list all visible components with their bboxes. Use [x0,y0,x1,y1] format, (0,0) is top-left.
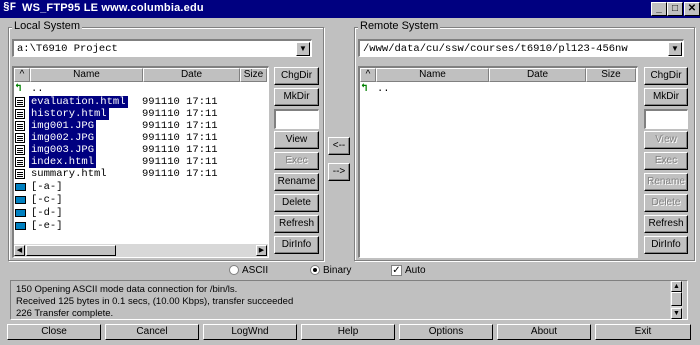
title-bar: §F WS_FTP95 LE www.columbia.edu _ □ ✕ [0,0,700,18]
remote-path-value: /www/data/cu/ssw/courses/t6910/pl123-456… [363,43,628,55]
about-button[interactable]: About [497,324,591,340]
close-window-button[interactable]: ✕ [684,2,700,16]
local-refresh-button[interactable]: Refresh [274,215,319,233]
scroll-left-icon[interactable]: ◀ [14,245,25,256]
local-dirinfo-button[interactable]: DirInfo [274,236,319,254]
file-icon [15,109,25,119]
ascii-radio[interactable] [229,265,239,275]
remote-mask-input[interactable] [644,109,688,129]
local-mkdir-button[interactable]: MkDir [274,88,319,106]
window-title: WS_FTP95 LE www.columbia.edu [22,2,204,14]
remote-dirinfo-button[interactable]: DirInfo [644,236,688,254]
name-column-header[interactable]: Name [376,68,489,82]
drive-icon [15,183,26,191]
scroll-right-icon[interactable]: ▶ [256,245,267,256]
drive-row[interactable]: [-c-] [14,194,254,206]
help-button[interactable]: Help [301,324,395,340]
message-log: 150 Opening ASCII mode data connection f… [10,280,688,320]
close-button[interactable]: Close [7,324,101,340]
cancel-button[interactable]: Cancel [105,324,199,340]
size-column-header[interactable]: Size [240,68,267,82]
file-icon [15,169,25,179]
scroll-up-icon[interactable]: ▲ [671,281,682,292]
sort-header[interactable]: ^ [360,68,376,82]
local-exec-button[interactable]: Exec [274,152,319,170]
local-chgdir-button[interactable]: ChgDir [274,67,319,85]
file-icon [15,145,25,155]
local-delete-button[interactable]: Delete [274,194,319,212]
file-row[interactable]: img001.JPG 991110 17:11 [14,120,254,132]
remote-refresh-button[interactable]: Refresh [644,215,688,233]
remote-chgdir-button[interactable]: ChgDir [644,67,688,85]
log-vscrollbar[interactable]: ▲ ▼ [670,281,683,319]
sort-header[interactable]: ^ [14,68,30,82]
remote-delete-button[interactable]: Delete [644,194,688,212]
logwnd-button[interactable]: LogWnd [203,324,297,340]
drive-icon [15,209,26,217]
file-icon [15,121,25,131]
minimize-button[interactable]: _ [651,2,667,16]
binary-radio[interactable] [310,265,320,275]
file-row[interactable]: img002.JPG 991110 17:11 [14,132,254,144]
parent-dir-row[interactable]: ↰ .. [360,83,600,95]
drive-row[interactable]: [-e-] [14,220,254,232]
local-rename-button[interactable]: Rename [274,173,319,191]
app-icon: §F [3,2,17,14]
remote-view-button[interactable]: View [644,131,688,149]
local-hscrollbar[interactable]: ◀ ▶ [14,244,268,257]
remote-rename-button[interactable]: Rename [644,173,688,191]
log-line: 150 Opening ASCII mode data connection f… [16,284,238,295]
scroll-thumb[interactable] [671,292,682,306]
up-arrow-icon: ↰ [361,83,368,95]
scroll-thumb[interactable] [26,245,116,256]
file-row[interactable]: index.html 991110 17:11 [14,156,254,168]
local-file-list[interactable]: ^ Name Date Size ↰ .. evaluation.html 99… [12,66,269,258]
up-arrow-icon: ↰ [15,83,22,95]
drive-row[interactable]: [-a-] [14,181,254,193]
drive-icon [15,222,26,230]
log-line: 226 Transfer complete. [16,308,114,319]
auto-checkbox[interactable]: ✓ [391,265,402,276]
remote-mkdir-button[interactable]: MkDir [644,88,688,106]
ascii-label: ASCII [242,265,269,276]
date-column-header[interactable]: Date [143,68,240,82]
scroll-down-icon[interactable]: ▼ [671,308,682,319]
parent-dir-row[interactable]: ↰ .. [14,83,254,95]
remote-file-list[interactable]: ^ Name Date Size ↰ .. [358,66,638,258]
date-column-header[interactable]: Date [489,68,586,82]
maximize-button[interactable]: □ [667,2,683,16]
file-icon [15,133,25,143]
file-row[interactable]: evaluation.html 991110 17:11 [14,96,254,108]
file-icon [15,97,25,107]
name-column-header[interactable]: Name [30,68,143,82]
log-line: Received 125 bytes in 0.1 secs, (10.00 K… [16,296,294,307]
local-system-label: Local System [12,20,83,32]
binary-label: Binary [323,265,352,276]
local-view-button[interactable]: View [274,131,319,149]
size-column-header[interactable]: Size [586,68,636,82]
chevron-down-icon[interactable]: ▼ [668,42,682,56]
drive-icon [15,196,26,204]
exit-button[interactable]: Exit [595,324,691,340]
auto-label: Auto [405,265,426,276]
upload-arrow-button[interactable]: <-- [328,137,350,155]
file-row[interactable]: summary.html 991110 17:11 [14,168,254,180]
chevron-down-icon[interactable]: ▼ [296,42,310,56]
remote-exec-button[interactable]: Exec [644,152,688,170]
drive-row[interactable]: [-d-] [14,207,254,219]
file-row[interactable]: img003.JPG 991110 17:11 [14,144,254,156]
remote-path-combo[interactable]: /www/data/cu/ssw/courses/t6910/pl123-456… [358,39,684,57]
file-row[interactable]: history.html 991110 17:11 [14,108,254,120]
download-arrow-button[interactable]: --> [328,163,350,181]
local-path-combo[interactable]: a:\T6910 Project ▼ [12,39,312,57]
local-path-value: a:\T6910 Project [17,43,118,55]
local-mask-input[interactable] [274,109,319,129]
file-icon [15,157,25,167]
remote-system-label: Remote System [358,20,441,32]
options-button[interactable]: Options [399,324,493,340]
